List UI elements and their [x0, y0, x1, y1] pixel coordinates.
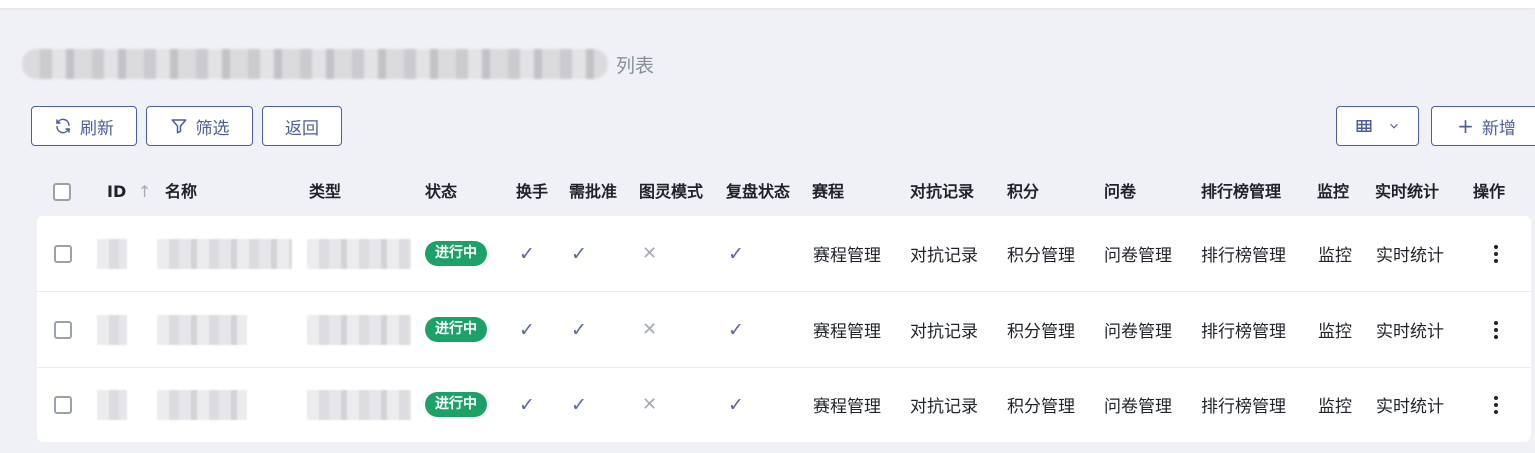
add-button[interactable]: + 新增 [1431, 106, 1535, 146]
battle-link[interactable]: 对抗记录 [910, 292, 978, 367]
page-title-suffix: 列表 [616, 54, 655, 77]
header-name[interactable]: 名称 [165, 168, 197, 216]
ranking-link[interactable]: 排行榜管理 [1201, 367, 1286, 442]
redacted-id [97, 314, 127, 345]
redacted-name [157, 314, 247, 345]
page-title: 列表 [22, 44, 654, 84]
battle-link[interactable]: 对抗记录 [910, 367, 978, 442]
plus-icon: + [1457, 114, 1474, 138]
redacted-name [157, 389, 247, 420]
header-review[interactable]: 复盘状态 [726, 168, 790, 216]
status-badge: 进行中 [425, 392, 487, 417]
ranking-link[interactable]: 排行榜管理 [1201, 292, 1286, 367]
ranking-link[interactable]: 排行榜管理 [1201, 216, 1286, 291]
status-badge: 进行中 [425, 241, 487, 266]
back-label: 返回 [285, 118, 319, 139]
score-link[interactable]: 积分管理 [1007, 216, 1075, 291]
header-id[interactable]: ID ↑ [107, 168, 151, 216]
schedule-link[interactable]: 赛程管理 [813, 292, 881, 367]
top-bar [0, 0, 1535, 8]
row-checkbox[interactable] [54, 395, 72, 414]
redacted-id [97, 238, 127, 269]
more-actions-icon[interactable] [1494, 292, 1498, 367]
check-icon: ✓ [728, 242, 744, 265]
header-actions: 操作 [1473, 182, 1506, 201]
redacted-type [307, 314, 411, 345]
check-icon: ✓ [728, 318, 744, 341]
table-row[interactable]: 进行中 ✓ ✓ ✕ ✓ 赛程管理 对抗记录 积分管理 问卷管理 排行榜管理 监控… [37, 367, 1531, 442]
header-survey[interactable]: 问卷 [1104, 168, 1136, 216]
header-approval[interactable]: 需批准 [569, 168, 617, 216]
header-status[interactable]: 状态 [425, 168, 457, 216]
more-actions-icon[interactable] [1494, 367, 1498, 442]
survey-link[interactable]: 问卷管理 [1104, 367, 1172, 442]
survey-link[interactable]: 问卷管理 [1104, 292, 1172, 367]
monitor-link[interactable]: 监控 [1318, 292, 1352, 367]
redacted-id [97, 389, 127, 420]
filter-button[interactable]: 筛选 [146, 106, 253, 146]
header-battle[interactable]: 对抗记录 [910, 168, 974, 216]
filter-label: 筛选 [195, 118, 230, 139]
back-button[interactable]: 返回 [262, 106, 342, 146]
header-id-label: ID [107, 182, 127, 201]
redacted-type [307, 238, 411, 269]
score-link[interactable]: 积分管理 [1007, 292, 1075, 367]
refresh-icon [56, 118, 70, 134]
add-label: 新增 [1481, 118, 1516, 139]
row-checkbox[interactable] [54, 320, 72, 339]
header-stats[interactable]: 实时统计 [1375, 168, 1439, 216]
check-icon: ✓ [519, 242, 535, 265]
stats-link[interactable]: 实时统计 [1376, 367, 1444, 442]
check-icon: ✓ [519, 393, 535, 416]
cross-icon: ✕ [642, 243, 658, 264]
sort-arrow-icon[interactable]: ↑ [138, 182, 151, 201]
table-row[interactable]: 进行中 ✓ ✓ ✕ ✓ 赛程管理 对抗记录 积分管理 问卷管理 排行榜管理 监控… [37, 292, 1531, 367]
battle-link[interactable]: 对抗记录 [910, 216, 978, 291]
select-all-checkbox[interactable] [53, 183, 71, 201]
header-score[interactable]: 积分 [1007, 168, 1039, 216]
header-ranking[interactable]: 排行榜管理 [1201, 168, 1281, 216]
header-monitor[interactable]: 监控 [1317, 168, 1349, 216]
check-icon: ✓ [571, 242, 587, 265]
more-actions-icon[interactable] [1494, 216, 1498, 291]
redacted-name [157, 238, 292, 269]
check-icon: ✓ [728, 393, 744, 416]
monitor-link[interactable]: 监控 [1318, 216, 1352, 291]
cross-icon: ✕ [642, 394, 658, 415]
stats-link[interactable]: 实时统计 [1376, 216, 1444, 291]
chevron-down-icon [1389, 123, 1398, 129]
filter-icon [171, 119, 186, 134]
schedule-link[interactable]: 赛程管理 [813, 216, 881, 291]
refresh-button[interactable]: 刷新 [31, 106, 137, 146]
redacted-title [22, 49, 608, 79]
table-row[interactable]: 进行中 ✓ ✓ ✕ ✓ 赛程管理 对抗记录 积分管理 问卷管理 排行榜管理 监控… [37, 216, 1531, 291]
score-link[interactable]: 积分管理 [1007, 367, 1075, 442]
check-icon: ✓ [519, 318, 535, 341]
refresh-label: 刷新 [80, 118, 114, 139]
redacted-type [307, 389, 411, 420]
check-icon: ✓ [571, 318, 587, 341]
table-header: ID ↑ 名称 类型 状态 换手 需批准 图灵模式 复盘状态 赛程 对抗记录 积… [37, 168, 1531, 216]
header-swap[interactable]: 换手 [516, 168, 548, 216]
check-icon: ✓ [571, 393, 587, 416]
status-badge: 进行中 [425, 317, 487, 342]
header-type[interactable]: 类型 [309, 168, 341, 216]
stats-link[interactable]: 实时统计 [1376, 292, 1444, 367]
monitor-link[interactable]: 监控 [1318, 367, 1352, 442]
table-icon [1356, 120, 1371, 132]
column-settings-dropdown[interactable] [1336, 106, 1419, 146]
cross-icon: ✕ [642, 319, 658, 340]
header-turing[interactable]: 图灵模式 [639, 168, 703, 216]
schedule-link[interactable]: 赛程管理 [813, 367, 881, 442]
header-schedule[interactable]: 赛程 [812, 168, 844, 216]
survey-link[interactable]: 问卷管理 [1104, 216, 1172, 291]
row-checkbox[interactable] [54, 244, 72, 263]
